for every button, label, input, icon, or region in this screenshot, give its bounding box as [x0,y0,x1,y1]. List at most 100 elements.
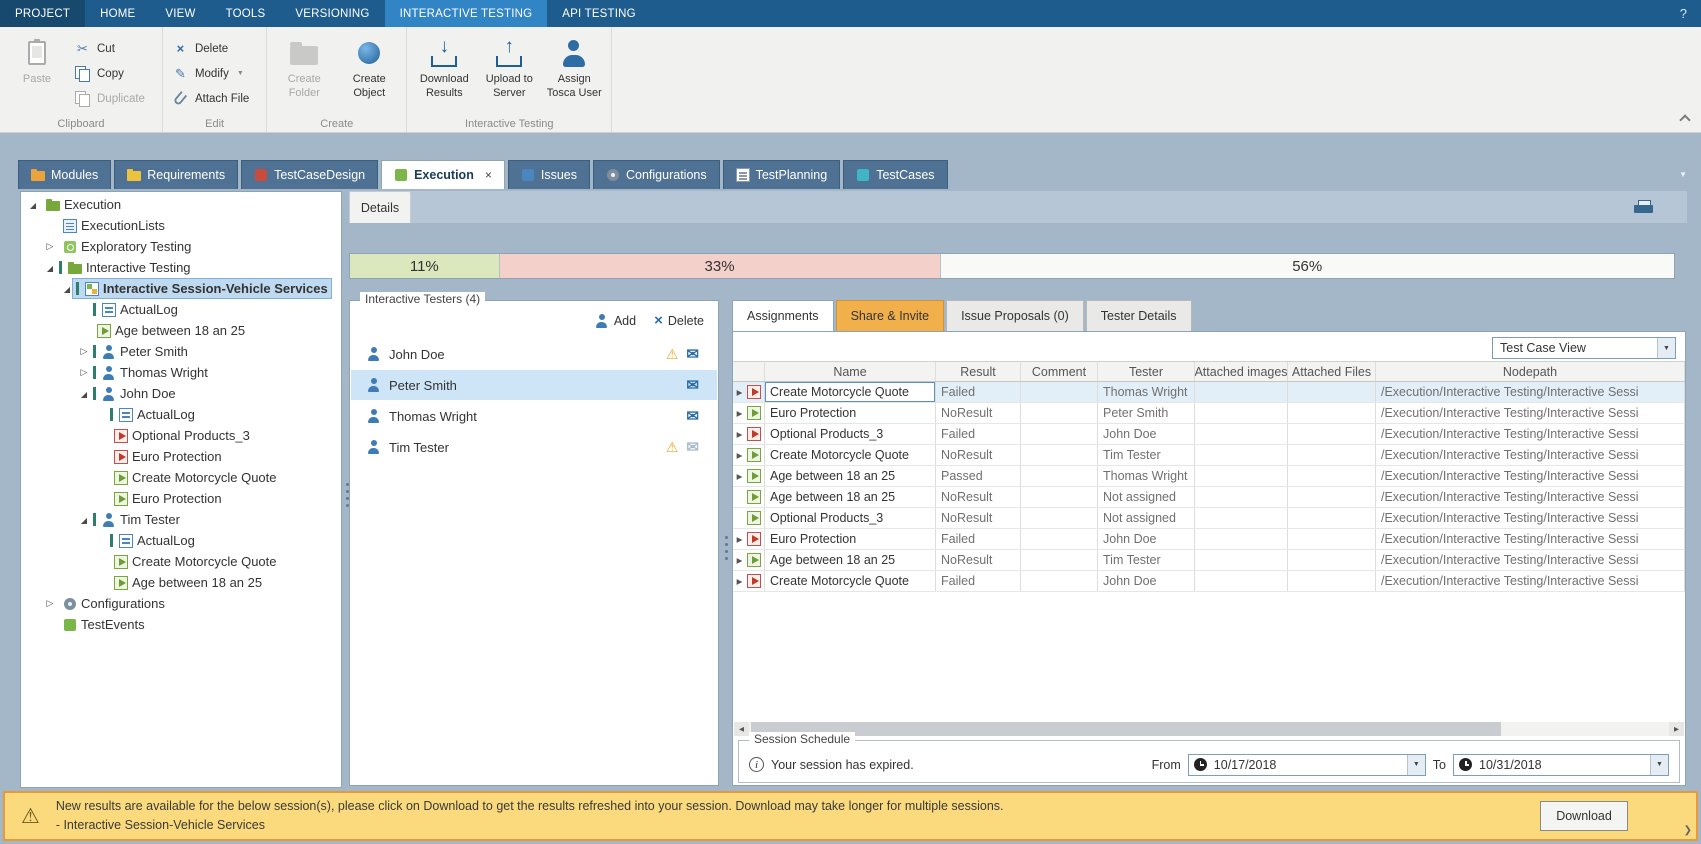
row-expander-icon[interactable] [735,430,744,439]
table-row[interactable]: Euro Protection Failed John Doe /Executi… [733,529,1685,550]
tree-item[interactable]: Interactive Testing [21,257,341,278]
tree-item[interactable]: Execution [21,194,341,215]
menu-item-tools[interactable]: TOOLS [211,0,281,27]
tree-item[interactable]: ActualLog [21,404,341,425]
close-icon[interactable] [485,168,492,182]
scroll-thumb[interactable] [751,722,1501,736]
tree-item[interactable]: John Doe [21,383,341,404]
ribbon-collapse-button[interactable] [1680,113,1689,122]
row-expander-icon[interactable] [735,577,744,586]
mail-icon[interactable] [686,438,699,456]
tab-modules[interactable]: Modules [18,160,111,189]
add-tester-button[interactable]: Add [595,313,636,328]
tester-row[interactable]: Thomas Wright [351,401,717,431]
menu-item-project[interactable]: PROJECT [0,0,85,27]
expander-icon[interactable] [78,515,90,525]
chevron-right-icon[interactable] [1684,824,1692,836]
tab-list-dropdown[interactable] [1679,170,1687,179]
tab-share-invite[interactable]: Share & Invite [836,300,945,331]
panel-splitter[interactable] [722,300,729,786]
help-button[interactable]: ? [1666,0,1701,27]
table-row[interactable]: Create Motorcycle Quote NoResult Tim Tes… [733,445,1685,466]
from-date-picker[interactable]: 10/17/2018 [1188,754,1426,776]
to-date-picker[interactable]: 10/31/2018 [1453,754,1669,776]
mail-icon[interactable] [686,376,699,394]
tree-item[interactable]: Configurations [21,593,341,614]
tree-item[interactable]: Create Motorcycle Quote [21,467,341,488]
download-results-button[interactable]: Download Results [414,31,474,116]
view-selector[interactable]: Test Case View [1492,337,1676,359]
scroll-right-button[interactable] [1669,722,1684,736]
table-row[interactable]: Create Motorcycle Quote Failed John Doe … [733,571,1685,592]
column-header-tester[interactable]: Tester [1098,362,1195,381]
expander-icon[interactable] [44,598,56,609]
tree-item[interactable]: Euro Protection [21,488,341,509]
tree-item[interactable]: ExecutionLists [21,215,341,236]
mail-icon[interactable] [686,407,699,425]
upload-to-server-button[interactable]: Upload to Server [479,31,539,116]
expander-icon[interactable] [61,284,73,294]
chevron-down-icon[interactable] [1407,755,1425,775]
column-header-nodepath[interactable]: Nodepath [1376,362,1685,381]
tab-requirements[interactable]: Requirements [114,160,238,189]
tab-issues[interactable]: Issues [508,160,590,189]
table-row[interactable]: Euro Protection NoResult Peter Smith /Ex… [733,403,1685,424]
expander-icon[interactable] [44,241,56,252]
table-row[interactable]: Optional Products_3 Failed John Doe /Exe… [733,424,1685,445]
create-folder-button[interactable]: Create Folder [274,31,334,116]
menu-item-view[interactable]: VIEW [150,0,210,27]
tree-item[interactable]: Peter Smith [21,341,341,362]
tester-row[interactable]: Tim Tester [351,432,717,462]
tree-item[interactable]: TestEvents [21,614,341,635]
row-expander-icon[interactable] [735,556,744,565]
table-row-selected[interactable]: Create Motorcycle Quote Failed Thomas Wr… [733,382,1685,403]
tree-item[interactable]: Age between 18 an 25 [21,572,341,593]
tab-execution[interactable]: Execution [381,160,505,189]
delete-tester-button[interactable]: Delete [654,313,704,328]
expander-icon[interactable] [44,263,56,273]
tab-testcasedesign[interactable]: TestCaseDesign [241,160,378,189]
expander-icon[interactable] [78,346,90,357]
tree-item[interactable]: Age between 18 an 25 [21,320,341,341]
tree-item[interactable]: Exploratory Testing [21,236,341,257]
create-object-button[interactable]: Create Object [339,31,399,116]
chevron-down-icon[interactable] [1650,755,1668,775]
chevron-down-icon[interactable] [1657,338,1675,358]
tester-row-selected[interactable]: Peter Smith [351,370,717,400]
menu-item-api-testing[interactable]: API TESTING [547,0,651,27]
paste-button[interactable]: Paste [7,31,67,116]
tab-assignments[interactable]: Assignments [732,300,834,331]
column-header-attached-files[interactable]: Attached Files [1288,362,1376,381]
menu-item-home[interactable]: HOME [85,0,150,27]
tab-testcases[interactable]: TestCases [843,160,947,189]
horizontal-scrollbar[interactable] [734,722,1684,736]
scroll-left-button[interactable] [734,722,749,736]
tree-item[interactable]: Euro Protection [21,446,341,467]
row-expander-icon[interactable] [735,535,744,544]
duplicate-button[interactable]: Duplicate [72,89,155,108]
copy-button[interactable]: Copy [72,64,155,83]
table-row[interactable]: Age between 18 an 25 Passed Thomas Wrigh… [733,466,1685,487]
column-header-attached-images[interactable]: Attached images [1195,362,1288,381]
column-header-name[interactable]: Name [765,362,936,381]
download-button[interactable]: Download [1540,801,1628,831]
tree-item[interactable]: Optional Products_3 [21,425,341,446]
tree-item[interactable]: ActualLog [21,299,341,320]
tab-issue-proposals[interactable]: Issue Proposals (0) [946,300,1084,331]
row-expander-icon[interactable] [735,409,744,418]
tree-item-selected[interactable]: Interactive Session-Vehicle Services [21,278,341,299]
modify-button[interactable]: ✎ Modify ▼ [170,64,259,83]
tester-row[interactable]: John Doe [351,339,717,369]
row-expander-icon[interactable] [735,472,744,481]
table-row[interactable]: Optional Products_3 NoResult Not assigne… [733,508,1685,529]
expander-icon[interactable] [27,200,39,210]
assign-tosca-user-button[interactable]: Assign Tosca User [544,31,604,116]
cut-button[interactable]: ✂ Cut [72,39,155,58]
menu-item-interactive-testing[interactable]: INTERACTIVE TESTING [385,0,548,27]
row-expander-icon[interactable] [735,451,744,460]
tree-item[interactable]: Tim Tester [21,509,341,530]
attach-file-button[interactable]: Attach File [170,89,259,108]
row-expander-icon[interactable] [735,388,744,397]
tree-item[interactable]: Create Motorcycle Quote [21,551,341,572]
expander-icon[interactable] [78,367,90,378]
